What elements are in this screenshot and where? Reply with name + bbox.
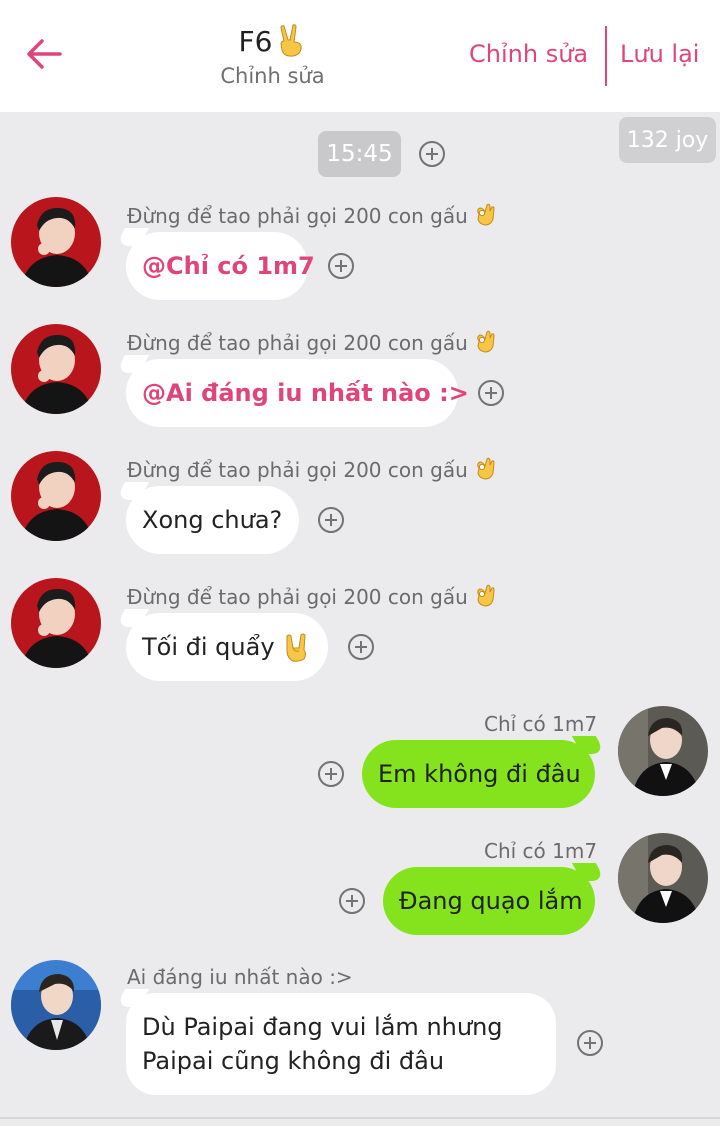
- chat-subtitle: Chỉnh sửa: [220, 64, 325, 88]
- sender-name: Đừng để tao phải gọi 200 con gấu: [127, 583, 496, 609]
- add-icon[interactable]: [577, 1030, 603, 1056]
- message-text: Tối đi quẩy: [142, 633, 275, 661]
- chat-title-block: F6 Chỉnh sửa: [150, 24, 395, 88]
- victory-hand-icon: [280, 24, 303, 57]
- message-bubble[interactable]: @Ai đáng iu nhất nào :>: [126, 359, 469, 427]
- avatar[interactable]: [618, 833, 708, 923]
- sender-name: Ai đáng iu nhất nào :>: [127, 965, 353, 989]
- back-arrow-icon[interactable]: [22, 32, 66, 76]
- ok-hand-icon: [477, 330, 495, 353]
- avatar[interactable]: [11, 324, 101, 414]
- sender-name: Đừng để tao phải gọi 200 con gấu: [127, 329, 496, 355]
- chat-title-text: F6: [238, 24, 273, 58]
- add-icon[interactable]: [318, 761, 344, 787]
- ok-hand-icon: [477, 457, 495, 480]
- message-bubble[interactable]: @Chỉ có 1m7: [126, 232, 315, 300]
- joy-badge: 132 joy: [619, 117, 716, 163]
- message-bubble[interactable]: Đang quạo lắm: [383, 867, 595, 935]
- avatar[interactable]: [11, 451, 101, 541]
- chat-title: F6: [239, 24, 307, 58]
- ok-hand-icon: [477, 584, 495, 607]
- sender-name: Chỉ có 1m7: [484, 712, 598, 736]
- save-button[interactable]: Lưu lại: [620, 40, 699, 68]
- timestamp-badge: 15:45: [318, 131, 401, 177]
- add-icon[interactable]: [348, 634, 374, 660]
- rock-hand-icon: [286, 633, 306, 662]
- avatar[interactable]: [11, 960, 101, 1050]
- message-bubble[interactable]: Tối đi quẩy: [126, 613, 328, 681]
- add-icon[interactable]: [478, 380, 504, 406]
- message-bubble[interactable]: Dù Paipai đang vui lắm nhưng Paipai cũng…: [126, 993, 556, 1095]
- add-icon[interactable]: [318, 507, 344, 533]
- add-icon[interactable]: [328, 253, 354, 279]
- add-icon[interactable]: [419, 141, 445, 167]
- message-line: Paipai cũng không đi đâu: [142, 1047, 445, 1075]
- avatar[interactable]: [11, 578, 101, 668]
- edit-button[interactable]: Chỉnh sửa: [469, 40, 588, 68]
- ok-hand-icon: [477, 203, 495, 226]
- header-divider: [605, 26, 607, 86]
- sender-name: Chỉ có 1m7: [484, 839, 598, 863]
- message-bubble[interactable]: Xong chưa?: [126, 486, 299, 554]
- message-bubble[interactable]: Em không đi đâu: [362, 740, 595, 808]
- avatar[interactable]: [11, 197, 101, 287]
- sender-name: Đừng để tao phải gọi 200 con gấu: [127, 202, 496, 228]
- top-bar: F6 Chỉnh sửa Chỉnh sửa Lưu lại: [0, 0, 720, 112]
- sender-name: Đừng để tao phải gọi 200 con gấu: [127, 456, 496, 482]
- avatar[interactable]: [618, 706, 708, 796]
- add-icon[interactable]: [339, 888, 365, 914]
- message-line: Dù Paipai đang vui lắm nhưng: [142, 1013, 503, 1041]
- bottom-divider: [0, 1117, 720, 1119]
